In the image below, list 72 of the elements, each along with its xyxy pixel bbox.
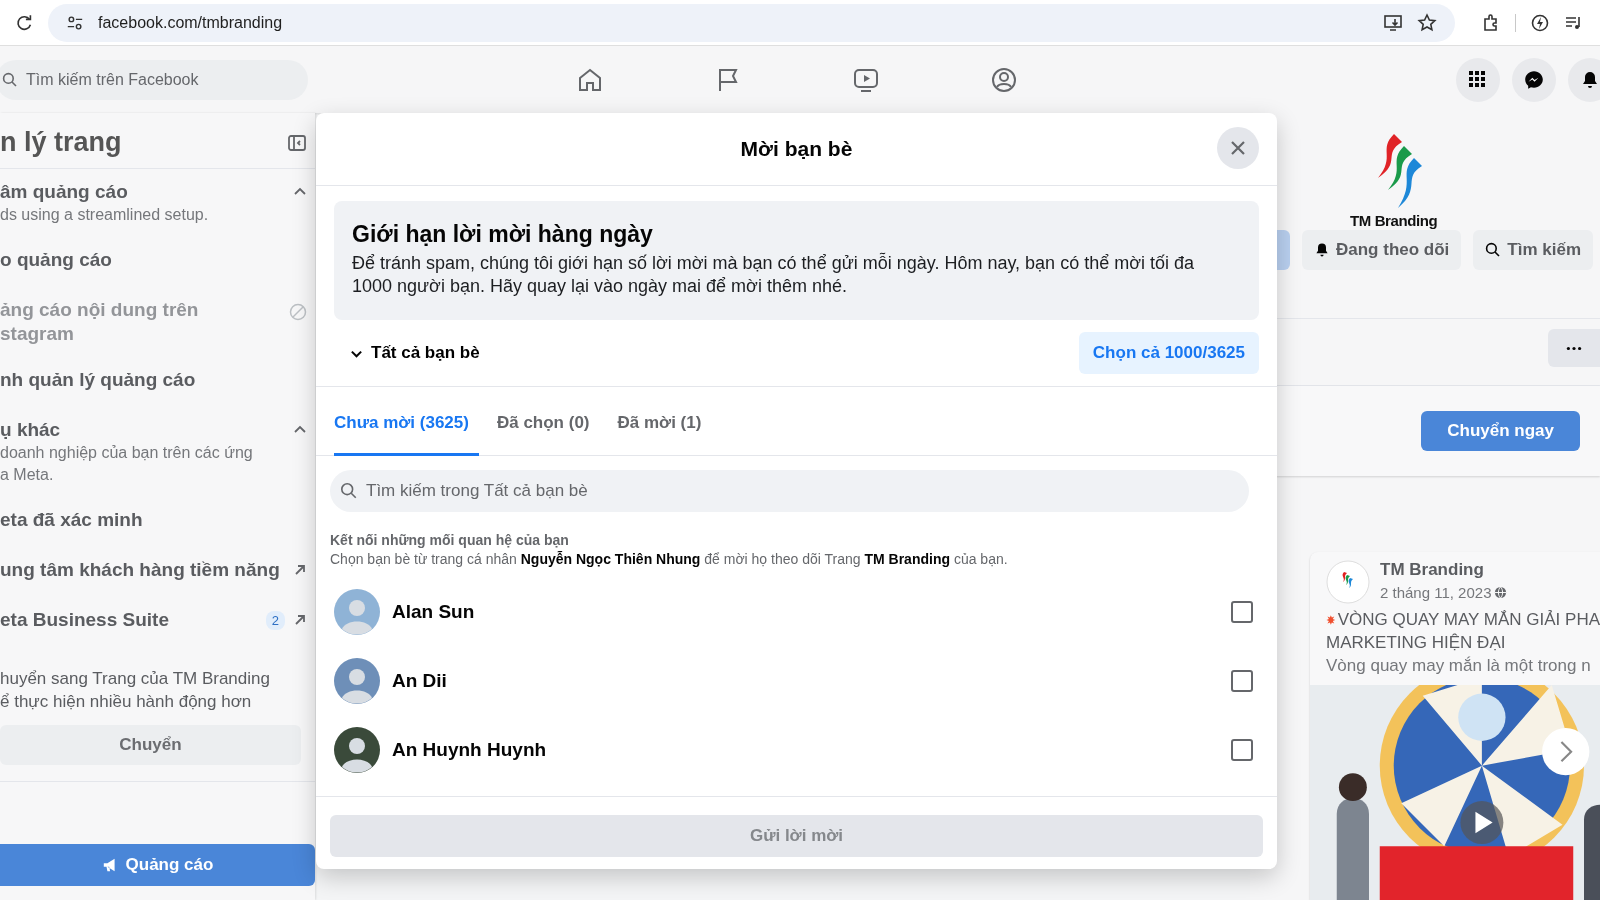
- connect-heading: Kết nối những mối quan hệ của bạn: [330, 532, 570, 548]
- messenger-icon: [1523, 68, 1545, 91]
- sidebar-item[interactable]: nh quản lý quảng cáo: [0, 368, 307, 392]
- notifications-button[interactable]: [1568, 57, 1600, 102]
- groups-icon[interactable]: [990, 65, 1018, 94]
- select-all-button[interactable]: Chọn cả 1000/3625: [1078, 332, 1259, 374]
- logo-caption: TM Branding: [1350, 212, 1438, 229]
- unavailable-icon: [289, 303, 307, 321]
- sidebar-title: n lý trang: [0, 127, 122, 158]
- friends-search-field[interactable]: Tìm kiếm trong Tất cả bạn bè: [330, 470, 1249, 512]
- avatar: [334, 658, 380, 704]
- bell-icon: [1580, 69, 1600, 90]
- ads-button[interactable]: Quảng cáo: [0, 844, 315, 886]
- search-field[interactable]: Tìm kiếm trên Facebook: [0, 59, 308, 100]
- friend-name[interactable]: An Huynh Huynh: [392, 739, 1219, 761]
- menu-button[interactable]: [1456, 57, 1500, 102]
- page-search-button[interactable]: Tìm kiếm: [1473, 230, 1594, 270]
- post-author[interactable]: TM Branding: [1380, 560, 1507, 580]
- external-arrow-icon: [293, 563, 307, 577]
- switch-prompt-text: ể thực hiện nhiều hành động hơn: [0, 691, 253, 713]
- checkbox[interactable]: [1231, 601, 1253, 623]
- bell-icon: [1314, 242, 1330, 258]
- messenger-button[interactable]: [1512, 57, 1556, 102]
- lightning-icon[interactable]: [1530, 12, 1550, 33]
- post-date[interactable]: 2 tháng 11, 2023: [1380, 584, 1492, 601]
- switch-prompt-text: huyển sang Trang của TM Branding: [0, 668, 271, 690]
- url-text: facebook.com/tmbranding: [98, 13, 283, 32]
- install-icon[interactable]: [1383, 12, 1403, 33]
- friends-filter-dropdown[interactable]: Tất cả bạn bè: [334, 343, 480, 363]
- dialog-title: Mời bạn bè: [740, 137, 853, 161]
- tab[interactable]: Chưa mời (3625): [334, 387, 479, 456]
- notice-title: Giới hạn lời mời hàng ngày: [352, 221, 654, 248]
- sidebar-item[interactable]: eta Business Suite: [0, 608, 258, 632]
- checkbox[interactable]: [1231, 670, 1253, 692]
- post-text: Vòng quay may mắn là một trong n: [1325, 655, 1592, 677]
- page-avatar-icon[interactable]: [1326, 560, 1370, 604]
- sidebar-item[interactable]: âm quảng cáo: [0, 180, 285, 204]
- more-icon: [1566, 345, 1582, 351]
- friend-name[interactable]: An Dii: [392, 670, 1219, 692]
- search-icon: [340, 482, 358, 500]
- star-icon[interactable]: [1417, 12, 1437, 33]
- collapse-sidebar-icon[interactable]: [287, 132, 307, 153]
- switch-button[interactable]: Chuyển: [0, 725, 301, 765]
- post-title-line: VÒNG QUAY MAY MẮN GIẢI PHA: [1337, 609, 1600, 631]
- count-badge: 2: [265, 611, 285, 630]
- external-arrow-icon: [293, 613, 307, 627]
- post-title-line: MARKETING HIỆN ĐẠI: [1325, 632, 1507, 654]
- section-description: a Meta.: [0, 465, 55, 485]
- search-icon: [2, 71, 18, 88]
- notice-text: Để tránh spam, chúng tôi giới hạn số lời mời mà bạn có thể gửi mỗi ngày. Hôm nay, bạn có thể mời tối đa 1000 người bạn. Hãy quay lại vào ngày mai để mời thêm nhé.: [352, 252, 1195, 298]
- connect-text: Chọn bạn bè từ trang cá nhân Nguyễn Ngọc Thiên Nhung để mời họ theo dõi Trang TM Branding của bạn.: [330, 551, 1009, 567]
- reload-icon[interactable]: [16, 13, 34, 32]
- close-button[interactable]: [1217, 127, 1259, 169]
- tab[interactable]: Đã mời (1): [607, 387, 712, 456]
- avatar: [334, 727, 380, 773]
- section-description: ds using a streamlined setup.: [0, 205, 210, 225]
- avatar: [334, 589, 380, 635]
- tab[interactable]: Đã chọn (0): [486, 387, 600, 456]
- checkbox[interactable]: [1231, 739, 1253, 761]
- friend-name[interactable]: Alan Sun: [392, 601, 1219, 623]
- sidebar-item[interactable]: o quảng cáo: [0, 248, 307, 272]
- switch-now-button[interactable]: Chuyển ngay: [1421, 411, 1580, 451]
- search-icon: [1485, 242, 1502, 258]
- site-settings-icon[interactable]: [66, 13, 84, 32]
- section-description: doanh nghiệp của bạn trên các ứng: [0, 443, 254, 463]
- grid-icon: [1468, 69, 1488, 90]
- sidebar-item[interactable]: ung tâm khách hàng tiềm năng: [0, 558, 285, 582]
- sidebar-item[interactable]: eta đã xác minh: [0, 508, 307, 532]
- address-bar[interactable]: facebook.com/tmbranding: [48, 3, 1455, 42]
- globe-icon: [1493, 586, 1507, 599]
- following-button[interactable]: Đang theo dõi: [1302, 230, 1462, 270]
- sidebar-item[interactable]: ụ khác: [0, 418, 285, 442]
